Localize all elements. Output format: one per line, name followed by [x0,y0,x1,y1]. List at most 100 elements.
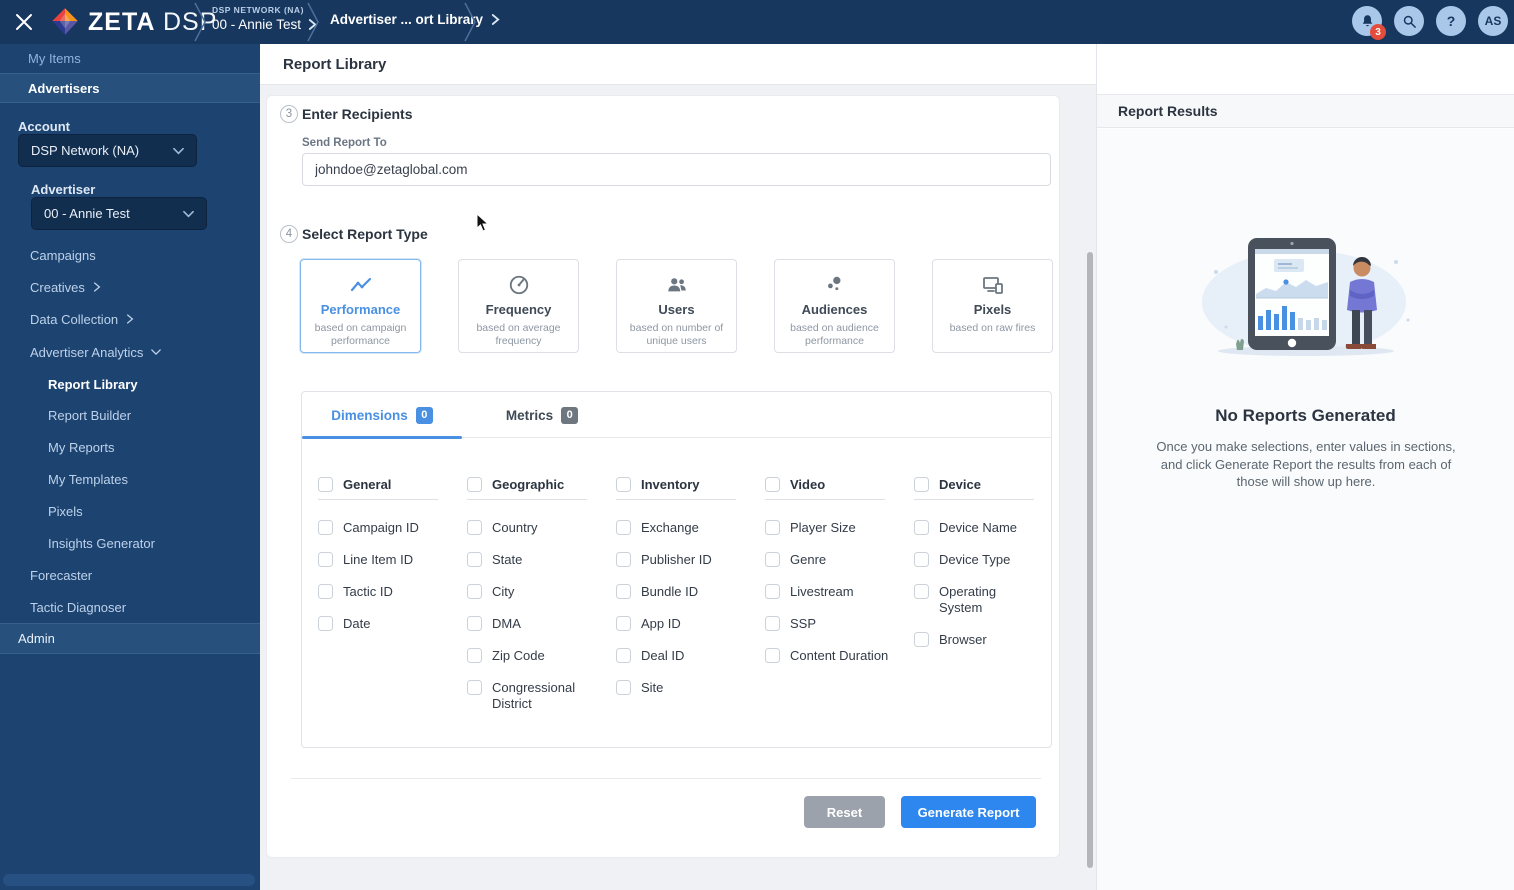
checkbox[interactable] [318,520,333,535]
dimension-site[interactable]: Site [616,680,751,696]
dimension-ssp[interactable]: SSP [765,616,900,632]
group-checkbox-device[interactable]: Device [914,477,1049,493]
checkbox[interactable] [914,520,929,535]
breadcrumb-network[interactable]: DSP NETWORK (NA) 00 - Annie Test [212,5,317,32]
dimension-deal-id[interactable]: Deal ID [616,648,751,664]
tab-dimensions[interactable]: Dimensions 0 [302,392,462,439]
dimension-tactic-id[interactable]: Tactic ID [318,584,453,600]
dimension-app-id[interactable]: App ID [616,616,751,632]
dimension-exchange[interactable]: Exchange [616,520,751,536]
report-type-frequency[interactable]: Frequency based on average frequency [458,259,579,353]
dimension-congressional-district[interactable]: Congressional District [467,680,602,712]
zeta-logo-icon[interactable] [48,5,82,39]
group-checkbox-geographic[interactable]: Geographic [467,477,602,493]
dimension-city[interactable]: City [467,584,602,600]
help-button[interactable]: ? [1436,6,1466,36]
checkbox[interactable] [467,552,482,567]
dimension-country[interactable]: Country [467,520,602,536]
account-select[interactable]: DSP Network (NA) [18,134,197,167]
checkbox[interactable] [914,584,929,599]
checkbox[interactable] [467,648,482,663]
checkbox[interactable] [765,648,780,663]
report-type-pixels[interactable]: Pixels based on raw fires [932,259,1053,353]
checkbox[interactable] [467,520,482,535]
checkbox[interactable] [318,552,333,567]
sidebar-item-campaigns[interactable]: Campaigns [30,245,96,265]
report-type-performance[interactable]: Performance based on campaign performanc… [300,259,421,353]
sidebar-item-creatives[interactable]: Creatives [30,277,101,297]
dimension-label: Browser [939,632,987,647]
dimension-campaign-id[interactable]: Campaign ID [318,520,453,536]
checkbox[interactable] [467,616,482,631]
dimension-device-name[interactable]: Device Name [914,520,1049,536]
checkbox[interactable] [616,477,631,492]
sidebar-item-pixels[interactable]: Pixels [48,501,83,521]
checkbox[interactable] [318,584,333,599]
checkbox[interactable] [467,584,482,599]
checkbox[interactable] [616,584,631,599]
dimension-player-size[interactable]: Player Size [765,520,900,536]
checkbox[interactable] [914,477,929,492]
main-scrollbar-thumb[interactable] [1087,252,1093,868]
search-button[interactable] [1394,6,1424,36]
group-checkbox-inventory[interactable]: Inventory [616,477,751,493]
checkbox[interactable] [765,552,780,567]
checkbox[interactable] [616,552,631,567]
advertiser-select[interactable]: 00 - Annie Test [31,197,207,230]
sidebar-item-report-builder[interactable]: Report Builder [48,405,131,425]
dimension-genre[interactable]: Genre [765,552,900,568]
report-type-audiences[interactable]: Audiences based on audience performance [774,259,895,353]
dimension-state[interactable]: State [467,552,602,568]
notifications-button[interactable]: 3 [1352,6,1386,40]
checkbox[interactable] [467,477,482,492]
checkbox[interactable] [765,520,780,535]
checkbox[interactable] [914,552,929,567]
dimension-operating-system[interactable]: Operating System [914,584,1049,616]
checkbox[interactable] [616,648,631,663]
sidebar-item-advertiser-analytics[interactable]: Advertiser Analytics [30,342,162,362]
close-icon[interactable] [14,12,34,32]
sidebar-item-report-library[interactable]: Report Library [48,374,138,394]
sidebar-item-my-templates[interactable]: My Templates [48,469,128,489]
checkbox[interactable] [765,584,780,599]
tab-metrics[interactable]: Metrics 0 [462,392,622,438]
checkbox[interactable] [914,632,929,647]
avatar[interactable]: AS [1478,6,1508,36]
checkbox[interactable] [318,477,333,492]
sidebar-scrollbar[interactable] [3,874,255,886]
sidebar-item-my-items[interactable]: My Items [0,44,260,73]
report-type-users[interactable]: Users based on number of unique users [616,259,737,353]
reset-button[interactable]: Reset [804,796,885,828]
sidebar-item-forecaster[interactable]: Forecaster [30,565,92,585]
group-checkbox-video[interactable]: Video [765,477,900,493]
sidebar-item-my-reports[interactable]: My Reports [48,437,114,457]
checkbox[interactable] [616,680,631,695]
dimension-zip-code[interactable]: Zip Code [467,648,602,664]
dimension-line-item-id[interactable]: Line Item ID [318,552,453,568]
generate-report-button[interactable]: Generate Report [901,796,1036,828]
dimension-label: Operating System [939,584,997,615]
dimension-publisher-id[interactable]: Publisher ID [616,552,751,568]
sidebar-item-advertisers[interactable]: Advertisers [0,73,260,103]
dimension-dma[interactable]: DMA [467,616,602,632]
checkbox[interactable] [616,520,631,535]
dimension-device-type[interactable]: Device Type [914,552,1049,568]
sidebar-item-admin[interactable]: Admin [0,623,260,654]
report-results-title: Report Results [1118,103,1218,119]
checkbox[interactable] [318,616,333,631]
sidebar-item-insights-generator[interactable]: Insights Generator [48,533,155,553]
checkbox[interactable] [765,616,780,631]
sidebar-item-data-collection[interactable]: Data Collection [30,309,134,329]
sidebar-item-label: My Items [28,51,81,66]
group-checkbox-general[interactable]: General [318,477,453,493]
checkbox[interactable] [765,477,780,492]
dimension-bundle-id[interactable]: Bundle ID [616,584,751,600]
dimension-content-duration[interactable]: Content Duration [765,648,900,664]
dimension-livestream[interactable]: Livestream [765,584,900,600]
checkbox[interactable] [616,616,631,631]
checkbox[interactable] [467,680,482,695]
recipients-input[interactable] [302,153,1051,186]
dimension-browser[interactable]: Browser [914,632,1049,648]
sidebar-item-tactic-diagnoser[interactable]: Tactic Diagnoser [30,597,126,617]
dimension-date[interactable]: Date [318,616,453,632]
